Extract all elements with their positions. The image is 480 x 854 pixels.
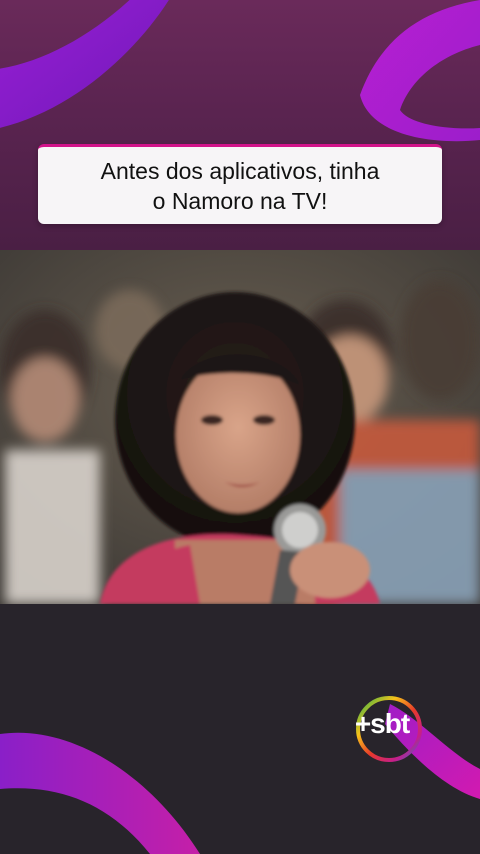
logo-text: +sbt: [354, 708, 410, 739]
video-frame[interactable]: [0, 250, 480, 604]
sbt-logo: +sbt: [345, 694, 423, 764]
caption-text: Antes dos aplicativos, tinha o Namoro na…: [100, 157, 380, 214]
caption-banner: Antes dos aplicativos, tinha o Namoro na…: [38, 144, 442, 224]
tv-show-still-frame: [0, 250, 480, 604]
